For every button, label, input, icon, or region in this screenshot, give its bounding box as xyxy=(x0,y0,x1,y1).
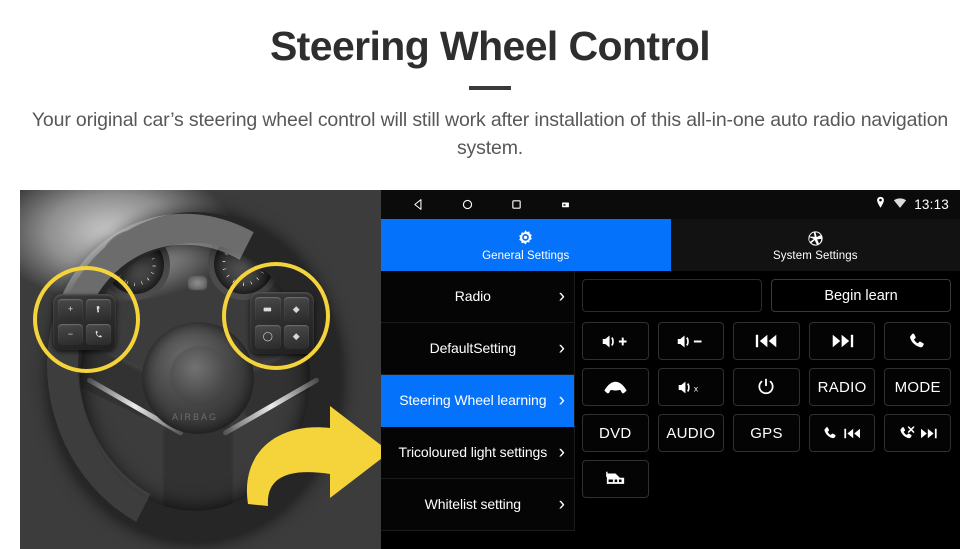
mute-button[interactable]: x xyxy=(657,368,725,406)
airbag-label: AIRBAG xyxy=(172,412,219,422)
previous-track-button[interactable] xyxy=(733,322,800,360)
power-icon xyxy=(756,377,776,397)
menu-item-defaultsetting[interactable]: DefaultSetting › xyxy=(381,323,575,375)
tab-general-settings[interactable]: General Settings xyxy=(381,219,671,271)
title-divider xyxy=(469,86,511,91)
mode-button[interactable]: MODE xyxy=(884,368,951,406)
audio-button[interactable]: AUDIO xyxy=(657,414,725,452)
menu-item-label: DefaultSetting xyxy=(429,340,517,357)
svg-text:x: x xyxy=(694,383,699,393)
highlight-circle-left xyxy=(33,266,140,373)
phone-end-next-icon xyxy=(898,425,938,442)
page-title: Steering Wheel Control xyxy=(269,23,711,69)
content-strip: AIRBAG + − ◆ ◯ ◆ 13:13 General Settings … xyxy=(20,190,960,549)
menu-item-label: Steering Wheel learning xyxy=(399,392,547,409)
previous-track-icon xyxy=(754,333,779,349)
chevron-right-icon: › xyxy=(558,494,565,515)
settings-body: Radio › DefaultSetting › Steering Wheel … xyxy=(381,271,960,549)
status-clock: 13:13 xyxy=(914,197,949,212)
menu-item-label: Tricoloured light settings xyxy=(398,444,548,461)
gps-button[interactable]: GPS xyxy=(733,414,800,452)
back-icon[interactable] xyxy=(411,197,426,212)
phone-previous-icon xyxy=(822,425,862,442)
steering-wheel-hub-center xyxy=(170,346,230,406)
page-root: Steering Wheel Control Your original car… xyxy=(0,0,980,549)
settings-menu: Radio › DefaultSetting › Steering Wheel … xyxy=(381,271,575,549)
menu-item-steering-wheel-learning[interactable]: Steering Wheel learning › xyxy=(381,375,575,427)
begin-learn-button[interactable]: Begin learn xyxy=(771,279,951,312)
menu-item-tricoloured-light-settings[interactable]: Tricoloured light settings › xyxy=(381,427,575,479)
gear-icon xyxy=(516,228,535,248)
steering-wheel-learning-panel: Begin learn x RADIO MODE DVD AUDIO GPS xyxy=(575,271,960,549)
menu-item-radio[interactable]: Radio › xyxy=(381,271,575,323)
dvd-button[interactable]: DVD xyxy=(582,414,649,452)
highlight-circle-right xyxy=(222,262,330,370)
page-header: Steering Wheel Control Your original car… xyxy=(0,0,980,162)
volume-up-button[interactable] xyxy=(582,322,649,360)
home-icon[interactable] xyxy=(460,197,475,212)
android-nav-icons xyxy=(411,197,573,212)
swirl-icon xyxy=(806,228,825,248)
radio-button[interactable]: RADIO xyxy=(808,368,876,406)
screenshot-icon[interactable] xyxy=(558,197,573,212)
function-button-grid: x RADIO MODE DVD AUDIO GPS xyxy=(582,322,951,498)
call-previous-button[interactable] xyxy=(808,414,876,452)
chevron-right-icon: › xyxy=(558,338,565,359)
menu-item-whitelist-setting[interactable]: Whitelist setting › xyxy=(381,479,575,531)
menu-item-label: Whitelist setting xyxy=(424,496,521,513)
phone-icon xyxy=(907,331,928,352)
callend-next-button[interactable] xyxy=(884,414,951,452)
chevron-right-icon: › xyxy=(558,442,565,463)
recents-icon[interactable] xyxy=(509,197,524,212)
tab-general-settings-label: General Settings xyxy=(482,250,570,262)
car-icon xyxy=(604,470,627,489)
menu-item-label: Radio xyxy=(454,288,491,305)
pointer-arrow xyxy=(234,388,381,508)
panel-top-row: Begin learn xyxy=(582,279,951,312)
phone-hangup-icon xyxy=(603,380,628,395)
steering-wheel-photo: AIRBAG + − ◆ ◯ ◆ xyxy=(20,190,381,549)
tab-system-settings-label: System Settings xyxy=(772,250,858,262)
next-track-button[interactable] xyxy=(808,322,876,360)
call-hangup-button[interactable] xyxy=(582,368,649,406)
learn-display-field[interactable] xyxy=(582,279,762,312)
volume-down-button[interactable] xyxy=(657,322,725,360)
volume-mute-icon: x xyxy=(677,379,704,396)
chevron-right-icon: › xyxy=(558,286,565,307)
volume-down-icon xyxy=(676,333,705,350)
volume-up-icon xyxy=(601,333,630,350)
power-button[interactable] xyxy=(733,368,800,406)
vehicle-info-button[interactable] xyxy=(582,460,649,498)
chevron-right-icon: › xyxy=(558,390,565,411)
android-status-bar: 13:13 xyxy=(381,190,960,219)
head-unit-screen: 13:13 General Settings System Settings R… xyxy=(381,190,960,549)
tab-system-settings[interactable]: System Settings xyxy=(670,219,960,271)
wifi-icon xyxy=(893,196,907,214)
status-right-group: 13:13 xyxy=(875,190,949,219)
call-answer-button[interactable] xyxy=(884,322,951,360)
location-pin-icon xyxy=(875,196,886,214)
page-subtitle: Your original car’s steering wheel contr… xyxy=(31,109,949,159)
settings-tabs: General Settings System Settings xyxy=(381,219,960,271)
next-track-icon xyxy=(830,333,855,349)
